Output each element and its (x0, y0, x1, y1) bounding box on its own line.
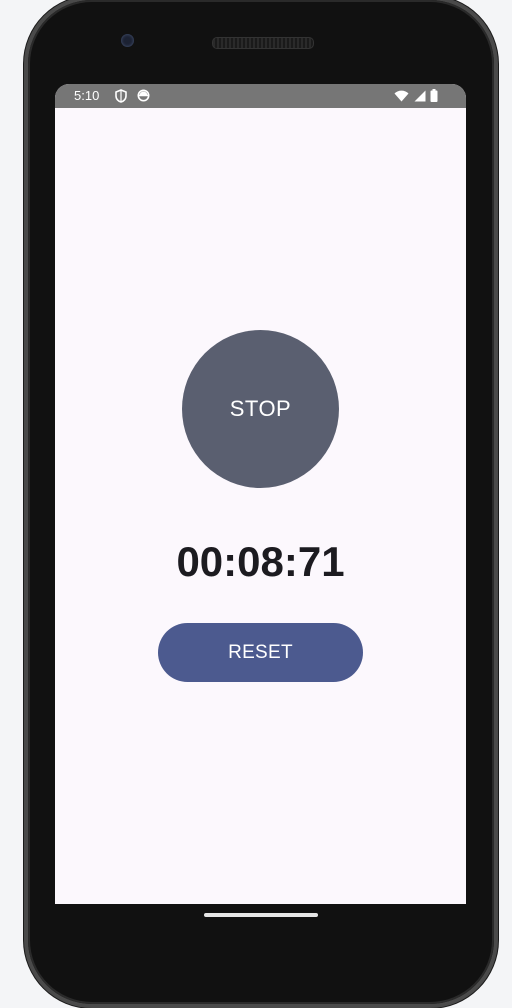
status-right-icons (394, 89, 438, 105)
battery-icon (430, 89, 438, 105)
status-bar: 5:10 (55, 84, 466, 108)
status-time: 5:10 (74, 88, 100, 103)
status-left-icons (115, 89, 150, 106)
wifi-icon (394, 90, 409, 105)
navigation-bar (55, 904, 466, 928)
circle-status-icon (137, 89, 150, 106)
earpiece-speaker (212, 37, 314, 49)
reset-button[interactable]: RESET (158, 623, 363, 682)
signal-icon (413, 90, 426, 105)
front-camera-icon (121, 34, 134, 47)
stop-button[interactable]: STOP (182, 330, 339, 488)
shield-icon (115, 89, 127, 106)
app-screen: 5:10 STOP 00:08:71 RESET (55, 84, 466, 904)
elapsed-time-display: 00:08:71 (176, 538, 345, 585)
home-gesture-handle[interactable] (204, 913, 318, 917)
